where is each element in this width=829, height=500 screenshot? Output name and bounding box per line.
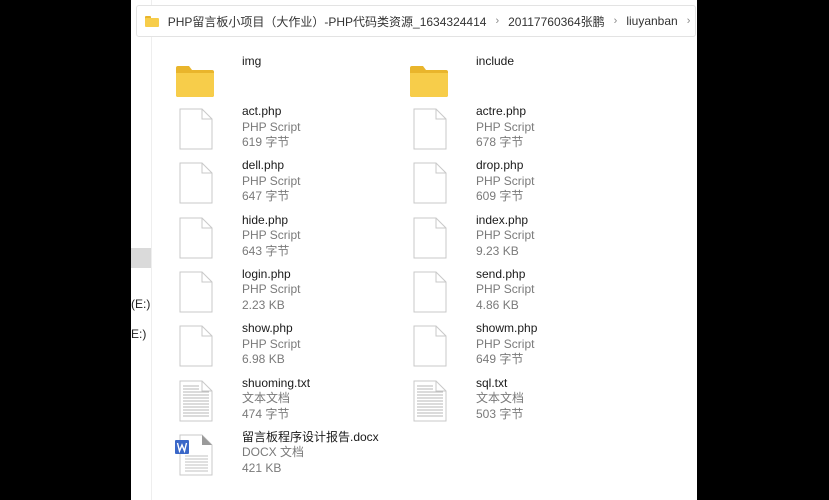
php-file-icon (408, 104, 452, 150)
item-name: show.php (242, 321, 293, 336)
item-name: send.php (476, 266, 526, 281)
item-name: dell.php (242, 158, 285, 173)
php-file-icon (174, 213, 218, 259)
item-name: img (242, 54, 262, 68)
item-size: 643 字节 (242, 243, 290, 258)
breadcrumb-item[interactable]: liuyanban (626, 14, 677, 28)
item-name: index.php (476, 212, 529, 227)
item-size: 503 字节 (476, 406, 524, 421)
file-item[interactable]: actre.php PHP Script 678 字节 (408, 104, 628, 158)
php-file-icon (174, 158, 218, 204)
item-size: 649 字节 (476, 352, 524, 367)
item-type: PHP Script (476, 228, 535, 243)
file-item[interactable]: showm.php PHP Script 649 字节 (408, 321, 628, 375)
item-type: DOCX 文档 (242, 445, 305, 460)
item-size: 619 字节 (242, 135, 290, 149)
item-type: 文本文档 (242, 391, 291, 405)
word-document-icon (174, 430, 218, 476)
php-file-icon (408, 158, 452, 204)
item-size: 2.23 KB (242, 297, 285, 312)
item-type: 文本文档 (476, 391, 525, 405)
file-item[interactable]: shuoming.txt 文本文档 474 字节 (174, 376, 394, 430)
php-file-icon (174, 321, 218, 367)
chevron-right-icon[interactable]: › (614, 15, 618, 27)
php-file-icon (408, 321, 452, 367)
item-type: PHP Script (242, 173, 301, 188)
file-item[interactable]: index.php PHP Script 9.23 KB (408, 213, 628, 267)
chevron-right-icon[interactable]: › (687, 15, 691, 27)
file-item[interactable]: act.php PHP Script 619 字节 (174, 104, 394, 158)
item-name: hide.php (242, 212, 289, 227)
item-name: include (476, 54, 515, 68)
item-type: PHP Script (476, 119, 535, 134)
text-file-icon (408, 376, 452, 422)
item-size: 678 字节 (476, 135, 524, 149)
nav-drive-e-2[interactable]: E:) (131, 327, 151, 341)
file-explorer-window: (E:) E:) « PHP留言板小项目（大作业）-PHP代码类资源_16343… (131, 0, 697, 500)
folder-item[interactable]: img (174, 48, 394, 102)
item-size: 4.86 KB (476, 297, 519, 312)
item-type: PHP Script (242, 228, 301, 243)
item-name: showm.php (476, 321, 538, 336)
item-type: PHP Script (476, 173, 535, 188)
item-size: 474 字节 (242, 406, 290, 421)
nav-pane-selected-item[interactable] (131, 248, 151, 268)
php-file-icon (408, 213, 452, 259)
item-type: PHP Script (242, 336, 301, 351)
file-item[interactable]: 留言板程序设计报告.docx DOCX 文档 421 KB (174, 430, 394, 484)
item-name: drop.php (476, 158, 524, 173)
file-item[interactable]: send.php PHP Script 4.86 KB (408, 267, 628, 321)
file-item[interactable]: login.php PHP Script 2.23 KB (174, 267, 394, 321)
item-size: 6.98 KB (242, 352, 285, 367)
php-file-icon (174, 104, 218, 150)
file-item[interactable]: sql.txt 文本文档 503 字节 (408, 376, 628, 430)
folder-item[interactable]: include (408, 48, 628, 102)
item-size: 421 KB (242, 460, 282, 475)
item-name: actre.php (476, 104, 527, 118)
item-name: login.php (242, 266, 291, 281)
php-file-icon (174, 267, 218, 313)
folder-icon (408, 48, 452, 97)
folder-icon (174, 48, 218, 97)
item-type: PHP Script (476, 282, 535, 297)
item-name: sql.txt (476, 375, 508, 390)
file-item[interactable]: show.php PHP Script 6.98 KB (174, 321, 394, 375)
text-file-icon (174, 376, 218, 422)
nav-drive-e[interactable]: (E:) (131, 297, 151, 311)
chevron-right-icon[interactable]: › (495, 15, 499, 27)
breadcrumb-item[interactable]: 20117760364张鹏 (508, 13, 605, 30)
item-name: 留言板程序设计报告.docx (242, 429, 379, 444)
breadcrumb-item[interactable]: PHP留言板小项目（大作业）-PHP代码类资源_1634324414 (168, 13, 487, 30)
item-name: shuoming.txt (242, 375, 311, 390)
file-item[interactable]: hide.php PHP Script 643 字节 (174, 213, 394, 267)
item-size: 609 字节 (476, 189, 524, 204)
file-item[interactable]: dell.php PHP Script 647 字节 (174, 158, 394, 212)
item-size: 9.23 KB (476, 243, 519, 258)
file-item[interactable]: drop.php PHP Script 609 字节 (408, 158, 628, 212)
file-list: img include act.php PHP Script 619 字节 actre.p… (152, 40, 697, 500)
php-file-icon (408, 267, 452, 313)
item-type: PHP Script (242, 119, 301, 134)
item-name: act.php (242, 104, 282, 118)
item-size: 647 字节 (242, 189, 290, 204)
item-type: PHP Script (476, 336, 535, 351)
address-bar[interactable]: « PHP留言板小项目（大作业）-PHP代码类资源_1634324414 › 2… (136, 5, 696, 37)
navigation-pane: (E:) E:) (131, 0, 152, 500)
item-type: PHP Script (242, 282, 301, 297)
